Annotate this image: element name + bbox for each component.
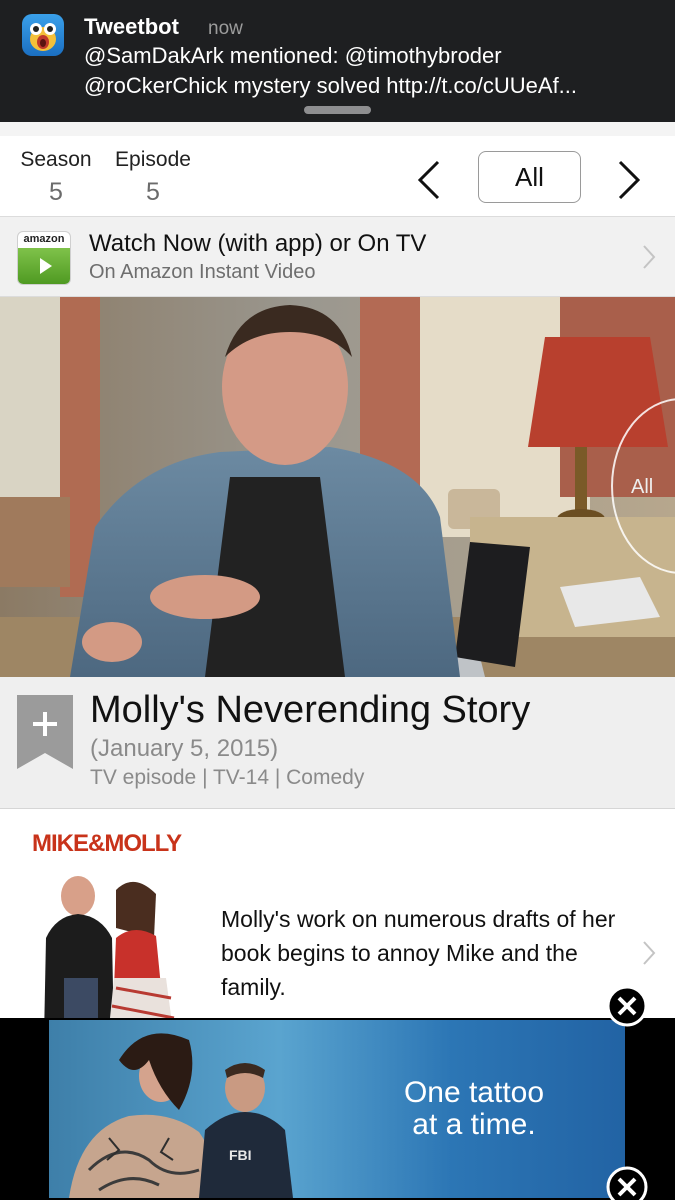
- notification-drag-handle[interactable]: [304, 106, 371, 114]
- show-poster: MIKE&MOLLY: [16, 828, 191, 1028]
- episode-title-block: Molly's Neverending Story (January 5, 20…: [0, 677, 675, 809]
- notification-app-name: Tweetbot: [84, 14, 179, 39]
- episode-description-row[interactable]: MIKE&MOLLY Molly's work on numerous draf…: [0, 810, 675, 1028]
- notification-line-2: @roCkerChick mystery solved http://t.co/…: [84, 73, 578, 98]
- episode-label: Episode: [115, 148, 191, 171]
- ad-headline-line-1: One tattoo: [403, 1076, 545, 1109]
- chevron-right-icon: [643, 245, 656, 269]
- watch-now-title: Watch Now (with app) or On TV: [89, 230, 427, 257]
- close-ad-button[interactable]: [606, 985, 648, 1027]
- tweetbot-bird-icon: [22, 14, 64, 56]
- close-circle-icon: [606, 985, 648, 1027]
- ad-banner-container: FBI One tattoo at a time.: [0, 1018, 675, 1200]
- season-number: 5: [49, 178, 63, 206]
- all-episodes-button[interactable]: All: [478, 151, 581, 203]
- previous-episode-button[interactable]: [412, 158, 446, 202]
- amazon-badge-text: amazon: [23, 233, 65, 245]
- season-label: Season: [20, 148, 92, 171]
- season-indicator[interactable]: Season 5: [18, 148, 94, 207]
- episode-still-image[interactable]: [0, 297, 675, 677]
- watch-now-row[interactable]: amazon Watch Now (with app) or On TV On …: [0, 217, 675, 297]
- episode-title: Molly's Neverending Story: [90, 689, 531, 731]
- amazon-video-icon: amazon: [17, 231, 71, 285]
- svg-text:FBI: FBI: [229, 1147, 252, 1163]
- ad-banner[interactable]: FBI One tattoo at a time.: [49, 1020, 625, 1198]
- episode-date: (January 5, 2015): [90, 735, 279, 762]
- episode-description: Molly's work on numerous drafts of her b…: [221, 906, 616, 1000]
- ad-headline-line-2: at a time.: [412, 1108, 536, 1141]
- chevron-right-icon: [618, 160, 641, 200]
- plus-bookmark-icon: [17, 695, 73, 769]
- close-ad-button-secondary[interactable]: [606, 1166, 648, 1200]
- chevron-right-icon: [643, 941, 656, 965]
- add-watchlist-button[interactable]: [17, 695, 73, 769]
- notification-banner[interactable]: Tweetbot now @SamDakArk mentioned: @timo…: [0, 0, 675, 122]
- ad-headline: One tattoo at a time.: [379, 1077, 569, 1141]
- notification-time: now: [208, 18, 243, 39]
- next-episode-button[interactable]: [612, 158, 646, 202]
- chevron-left-icon: [417, 160, 440, 200]
- episode-number: 5: [146, 178, 160, 206]
- all-photos-label: All: [631, 476, 654, 498]
- episode-indicator[interactable]: Episode 5: [112, 148, 194, 207]
- episode-meta: TV episode | TV-14 | Comedy: [90, 766, 365, 789]
- imdb-episode-screen: Tweetbot now @SamDakArk mentioned: @timo…: [0, 0, 675, 1200]
- close-circle-icon: [606, 1166, 648, 1200]
- notification-line-1: @SamDakArk mentioned: @timothybroder: [84, 43, 502, 68]
- watch-now-subtitle: On Amazon Instant Video: [89, 261, 316, 283]
- episode-navigator: Season 5 Episode 5 All: [0, 122, 675, 217]
